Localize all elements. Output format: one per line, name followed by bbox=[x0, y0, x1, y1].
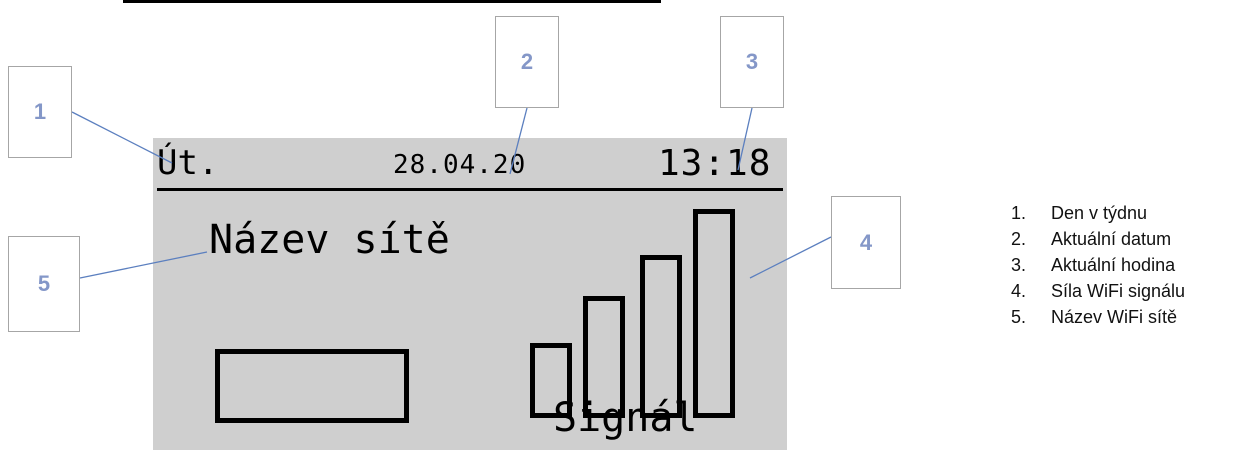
legend-text: Síla WiFi signálu bbox=[1051, 281, 1186, 301]
legend-item: 2. Aktuální datum bbox=[1011, 229, 1233, 250]
legend-number: 2. bbox=[1011, 229, 1027, 249]
legend-number: 1. bbox=[1011, 203, 1027, 223]
leader-line-1 bbox=[71, 111, 173, 164]
legend-text: Aktuální hodina bbox=[1051, 255, 1176, 275]
legend-item: 5. Název WiFi sítě bbox=[1011, 307, 1233, 328]
callout-4: 4 bbox=[831, 196, 901, 289]
leader-line-3 bbox=[737, 107, 753, 171]
legend-text: Název WiFi sítě bbox=[1051, 307, 1178, 327]
legend-number: 5. bbox=[1011, 307, 1027, 327]
callout-5: 5 bbox=[8, 236, 80, 332]
leader-line-2 bbox=[509, 107, 528, 175]
legend-item: 3. Aktuální hodina bbox=[1011, 255, 1233, 276]
leader-line-4 bbox=[749, 236, 832, 279]
legend-text: Den v týdnu bbox=[1051, 203, 1148, 223]
legend-number: 4. bbox=[1011, 281, 1027, 301]
legend-item: 4. Síla WiFi signálu bbox=[1011, 281, 1233, 302]
leader-line-5 bbox=[79, 251, 208, 279]
legend-text: Aktuální datum bbox=[1051, 229, 1172, 249]
legend-number: 3. bbox=[1011, 255, 1027, 275]
callout-3: 3 bbox=[720, 16, 784, 108]
callout-2: 2 bbox=[495, 16, 559, 108]
legend-item: 1. Den v týdnu bbox=[1011, 203, 1233, 224]
leader-lines bbox=[71, 107, 832, 279]
callout-1: 1 bbox=[8, 66, 72, 158]
